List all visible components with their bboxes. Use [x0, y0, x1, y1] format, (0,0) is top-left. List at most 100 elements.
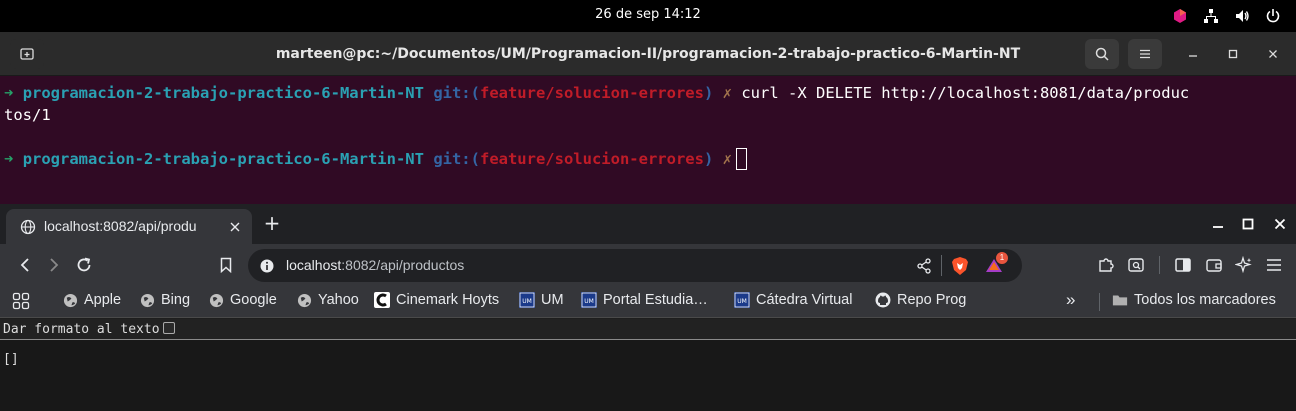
response-body: [] — [3, 352, 19, 367]
new-tab-button[interactable]: + — [262, 213, 282, 233]
git-branch: feature/solucion-errores — [479, 150, 704, 168]
globe-icon — [62, 292, 78, 308]
url-path: :8082/api/productos — [341, 257, 465, 273]
git-branch: feature/solucion-errores — [479, 84, 704, 102]
browser-maximize-button[interactable] — [1238, 214, 1258, 234]
github-icon — [875, 292, 891, 308]
browser-minimize-button[interactable] — [1208, 214, 1228, 234]
pretty-print-checkbox[interactable] — [162, 322, 175, 334]
forward-button[interactable] — [43, 254, 65, 276]
tab-close-icon[interactable] — [230, 222, 240, 232]
url-host: localhost — [286, 257, 342, 273]
share-icon[interactable] — [916, 258, 932, 274]
browser-close-button[interactable] — [1270, 214, 1290, 234]
text-cursor — [735, 148, 747, 170]
bookmark-item[interactable]: Cinemark Hoyts — [374, 292, 499, 308]
bookmark-item[interactable]: UM Cátedra Virtual — [734, 292, 852, 308]
close-button[interactable] — [1263, 44, 1283, 64]
um-icon: UM — [581, 292, 597, 308]
close-icon — [1274, 218, 1286, 230]
sparkle-icon — [1235, 256, 1252, 274]
browser-window[interactable]: localhost:8082/api/produc + localhost:80 — [0, 204, 1296, 411]
brave-shields-icon[interactable] — [950, 256, 970, 276]
globe-icon — [20, 219, 36, 235]
prompt-line: ➜ programacion-2-trabajo-practico-6-Mart… — [4, 82, 1292, 104]
dirty-mark: ✗ — [722, 150, 732, 168]
prompt-directory: programacion-2-trabajo-practico-6-Martin… — [22, 150, 424, 168]
bookmark-item[interactable]: Google — [208, 292, 277, 308]
forward-icon — [50, 258, 59, 272]
bookmark-label: Yahoo — [318, 292, 359, 308]
puzzle-icon — [1099, 258, 1114, 272]
apps-button[interactable] — [12, 292, 30, 310]
bookmark-icon — [220, 257, 232, 273]
search-icon — [1095, 47, 1109, 61]
bookmark-page-button[interactable] — [215, 254, 237, 276]
minimize-icon — [1213, 226, 1223, 228]
address-bar[interactable]: localhost:8082/api/productos 1 — [248, 249, 1022, 282]
minimize-icon — [1189, 55, 1197, 57]
reload-icon — [77, 257, 91, 272]
app-indicator-icon[interactable] — [1171, 7, 1189, 25]
bookmark-item[interactable]: Bing — [139, 292, 190, 308]
wallet-button[interactable] — [1203, 254, 1225, 276]
pretty-print-bar: Dar formato al texto — [0, 319, 1296, 340]
search-button[interactable] — [1085, 39, 1119, 69]
terminal-window[interactable]: marteen@pc:~/Documentos/UM/Programacion-… — [0, 32, 1296, 204]
menu-button[interactable] — [1128, 39, 1162, 69]
git-label-open: git:( — [433, 150, 480, 168]
prompt-arrow: ➜ — [4, 150, 14, 168]
extensions-button[interactable] — [1095, 254, 1117, 276]
system-tray[interactable] — [1171, 7, 1282, 25]
reload-button[interactable] — [73, 254, 95, 276]
url-text[interactable]: localhost:8082/api/productos — [286, 257, 464, 273]
bookmark-label: Google — [230, 292, 277, 308]
back-button[interactable] — [14, 254, 36, 276]
maximize-button[interactable] — [1223, 44, 1243, 64]
git-label-close: ) — [703, 150, 714, 168]
svg-text:UM: UM — [522, 298, 532, 305]
git-label-close: ) — [703, 84, 714, 102]
command-text: curl -X DELETE http://localhost:8081/dat… — [741, 84, 1190, 102]
tab-active[interactable]: localhost:8082/api/produc — [6, 209, 252, 244]
bookmark-item[interactable]: Apple — [62, 292, 121, 308]
maximize-icon — [1228, 49, 1238, 59]
system-top-bar: 26 de sep 14:12 — [0, 0, 1296, 32]
clock[interactable]: 26 de sep 14:12 — [0, 7, 1296, 22]
address-bar-divider — [941, 255, 942, 276]
bookmark-label: Portal Estudia… — [603, 292, 708, 308]
power-icon[interactable] — [1264, 7, 1282, 25]
leo-ai-button[interactable] — [1233, 254, 1255, 276]
volume-icon[interactable] — [1233, 7, 1251, 25]
bookmark-item[interactable]: UM UM — [519, 292, 564, 308]
network-icon[interactable] — [1202, 7, 1220, 25]
reader-mode-button[interactable] — [1125, 254, 1147, 276]
browser-menu-button[interactable] — [1263, 254, 1285, 276]
page-content[interactable]: Dar formato al texto [] — [0, 319, 1296, 411]
bookmarks-bar: Apple Bing Google Yahoo Cinemark Hoyts UM UM UM… — [0, 286, 1296, 318]
sidebar-button[interactable] — [1172, 254, 1194, 276]
wallet-icon — [1206, 259, 1222, 272]
bookmark-label: Cinemark Hoyts — [396, 292, 500, 308]
more-bookmarks-button[interactable]: » — [1066, 290, 1075, 310]
bookmarks-divider — [1099, 293, 1100, 311]
prompt-line-current[interactable]: ➜ programacion-2-trabajo-practico-6-Mart… — [4, 148, 1292, 170]
toolbar-divider — [1159, 256, 1160, 274]
um-icon: UM — [519, 292, 535, 308]
bookmark-item[interactable]: Repo Prog — [875, 292, 966, 308]
site-info-icon[interactable] — [260, 259, 274, 273]
globe-icon — [139, 292, 155, 308]
bookmark-item[interactable]: UM Portal Estudia… — [581, 292, 708, 308]
bookmark-label: Apple — [84, 292, 122, 308]
dirty-mark: ✗ — [722, 84, 732, 102]
prompt-directory: programacion-2-trabajo-practico-6-Martin… — [22, 84, 424, 102]
terminal-output[interactable]: ➜ programacion-2-trabajo-practico-6-Mart… — [0, 76, 1296, 204]
bookmark-item[interactable]: Yahoo — [296, 292, 359, 308]
all-bookmarks-folder[interactable]: Todos los marcadores — [1112, 292, 1276, 308]
bookmark-label: Bing — [161, 292, 191, 308]
brave-rewards-button[interactable]: 1 — [984, 252, 1008, 277]
minimize-button[interactable] — [1183, 44, 1203, 64]
back-icon — [20, 258, 29, 272]
bookmark-label: Repo Prog — [897, 292, 967, 308]
